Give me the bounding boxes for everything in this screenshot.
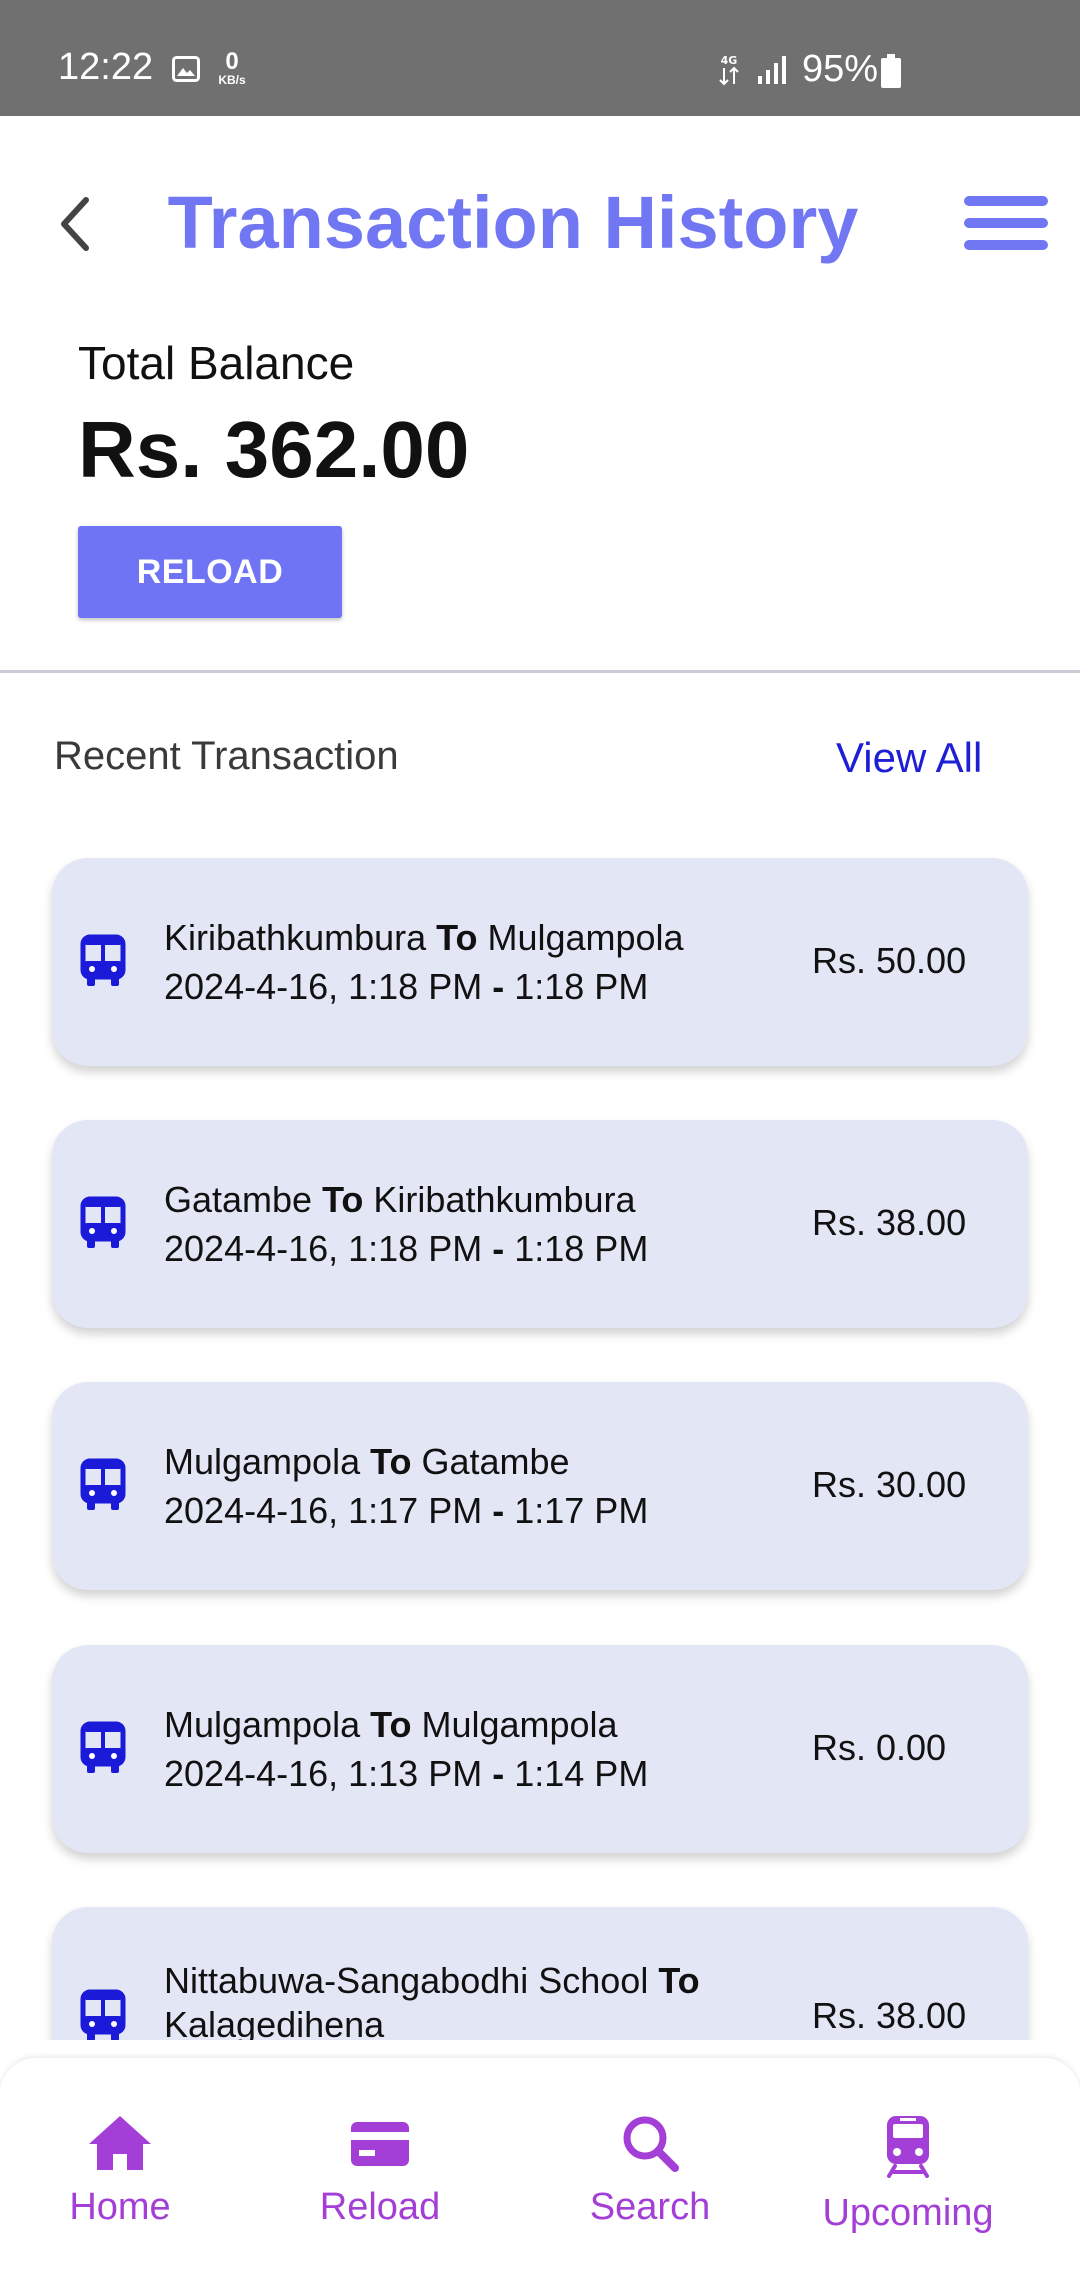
transaction-route: Mulgampola To Gatambe	[164, 1441, 570, 1482]
nav-reload[interactable]: Reload	[270, 2114, 490, 2229]
transaction-list: Kiribathkumbura To Mulgampola 2024-4-16,…	[0, 0, 1080, 2040]
transaction-route: Nittabuwa-Sangabodhi School To Kalagedih…	[164, 1960, 700, 2040]
nav-search[interactable]: Search	[540, 2114, 760, 2229]
home-icon	[89, 2116, 151, 2170]
bus-icon	[80, 1458, 126, 1512]
transaction-time: 2024-4-16, 1:13 PM - 1:14 PM	[164, 1753, 649, 1794]
search-icon	[623, 2116, 679, 2172]
credit-card-icon	[351, 2122, 409, 2166]
transaction-amount: Rs. 38.00	[812, 1995, 967, 2036]
transaction-amount: Rs. 50.00	[812, 940, 967, 981]
transaction-amount: Rs. 38.00	[812, 1202, 967, 1243]
nav-home-label: Home	[69, 2186, 171, 2228]
transaction-time: 2024-4-16, 1:18 PM - 1:18 PM	[164, 1228, 649, 1269]
transaction-route: Gatambe To Kiribathkumbura	[164, 1179, 636, 1220]
nav-search-label: Search	[589, 2186, 711, 2228]
transaction-card[interactable]: Mulgampola To Gatambe 2024-4-16, 1:17 PM…	[52, 1382, 1028, 1590]
bus-icon	[80, 1989, 126, 2040]
bus-icon	[80, 934, 126, 988]
nav-upcoming[interactable]: Upcoming	[798, 2114, 1018, 2235]
transaction-amount: Rs. 30.00	[812, 1464, 967, 1505]
train-icon	[887, 2116, 929, 2178]
transaction-time: 2024-4-16, 1:17 PM - 1:17 PM	[164, 1490, 649, 1531]
nav-upcoming-label: Upcoming	[822, 2192, 994, 2234]
nav-home[interactable]: Home	[10, 2114, 230, 2229]
bus-icon	[80, 1196, 126, 1250]
transaction-card[interactable]: Nittabuwa-Sangabodhi School To Kalagedih…	[52, 1907, 1028, 2040]
transaction-card[interactable]: Gatambe To Kiribathkumbura 2024-4-16, 1:…	[52, 1120, 1028, 1328]
transaction-card[interactable]: Kiribathkumbura To Mulgampola 2024-4-16,…	[52, 858, 1028, 1066]
transaction-route: Kiribathkumbura To Mulgampola	[164, 917, 684, 958]
transaction-route: Mulgampola To Mulgampola	[164, 1704, 618, 1745]
bus-icon	[80, 1721, 126, 1775]
transaction-card[interactable]: Mulgampola To Mulgampola 2024-4-16, 1:13…	[52, 1645, 1028, 1853]
transaction-amount: Rs. 0.00	[812, 1727, 947, 1768]
bottom-nav: Home Reload Search Upcoming	[0, 2058, 1080, 2280]
nav-reload-label: Reload	[319, 2186, 441, 2228]
transaction-time: 2024-4-16, 1:18 PM - 1:18 PM	[164, 966, 649, 1007]
